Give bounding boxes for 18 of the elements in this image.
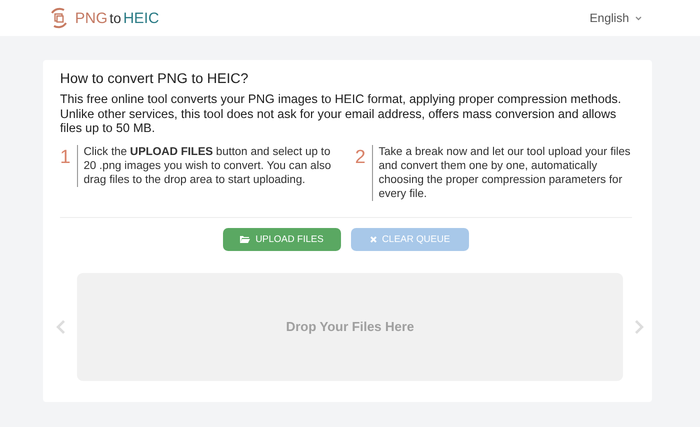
intro-paragraph: This free online tool converts your PNG images to HEIC format, applying proper compression methods. Unlike other services, this tool does not ask for your email address, offers mass conversion and allows files up to 50 MB. [60, 92, 622, 136]
step-number: 2 [355, 146, 366, 168]
language-dropdown[interactable]: English [590, 11, 642, 25]
card-title: How to convert PNG to HEIC? [60, 70, 250, 86]
chevron-left-icon[interactable] [56, 318, 66, 334]
step-text: Take a break now and let our tool upload your files and convert them one by one, automatically choosing the proper compression parameters for every file. [372, 144, 632, 200]
folder-icon [240, 235, 250, 243]
step-text: Click the UPLOAD FILES button and select up to 20 .png images you wish to convert. You can also drag files to the drop area to start uploading. [76, 144, 337, 186]
drop-zone-text: Drop Your Files Here [286, 319, 414, 334]
chevron-icon [635, 16, 642, 20]
close-icon [370, 236, 377, 242]
logo-text: HEIC [123, 10, 160, 26]
chevron-right-icon[interactable] [634, 318, 644, 334]
logo-text: PNG [75, 10, 108, 26]
logo-text: to [110, 10, 122, 26]
drop-zone[interactable]: Drop Your Files Here [77, 272, 623, 380]
upload-files-button[interactable]: UPLOAD FILES [223, 228, 341, 250]
step-number: 1 [60, 146, 71, 168]
